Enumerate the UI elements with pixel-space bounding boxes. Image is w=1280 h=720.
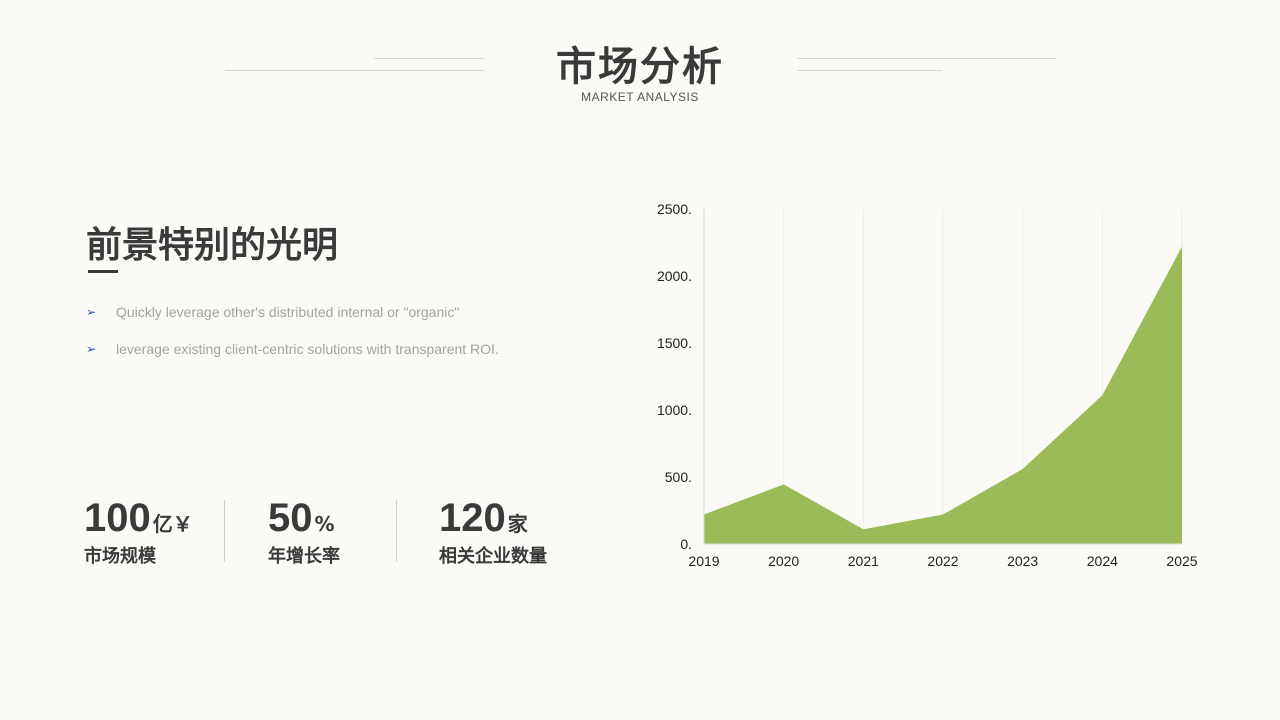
bullet-item: ➢ leverage existing client-centric solut…	[86, 339, 506, 360]
stat-label: 年增长率	[268, 546, 340, 567]
stat-unit: 亿￥	[152, 512, 193, 536]
arrow-bullet-icon: ➢	[86, 342, 97, 356]
stat-companies: 120 家 相关企业数量	[439, 494, 547, 568]
stat-unit: %	[314, 512, 335, 536]
x-tick-label: 2019	[688, 553, 719, 569]
y-tick-label: 500.	[665, 469, 692, 485]
x-tick-label: 2024	[1087, 553, 1118, 569]
area-chart: 0. 500. 1000. 1500. 2000. 2500. 2019 2020 2021 20…	[657, 201, 1198, 569]
x-tick-label: 2021	[848, 553, 879, 569]
x-tick-label: 2025	[1166, 553, 1197, 569]
x-tick-label: 2020	[768, 553, 799, 569]
stat-growth-rate: 50% 年增长率	[268, 494, 340, 568]
stats-row: 100 亿￥ 市场规模 50% 年增长率 120 家 相关企业数量	[84, 494, 604, 574]
stat-divider	[396, 500, 397, 562]
stat-divider	[224, 500, 225, 562]
bullet-text: leverage existing client-centric solutio…	[116, 341, 499, 357]
y-tick-label: 1000.	[657, 402, 692, 418]
bullet-text: Quickly leverage other's distributed int…	[116, 304, 460, 320]
stat-label: 相关企业数量	[439, 546, 547, 567]
y-tick-label: 1500.	[657, 335, 692, 351]
page-title: 市场分析	[556, 44, 724, 90]
bullet-list: ➢ Quickly leverage other's distributed i…	[86, 302, 506, 376]
y-tick-label: 0.	[680, 536, 692, 552]
bullet-item: ➢ Quickly leverage other's distributed i…	[86, 302, 506, 323]
arrow-bullet-icon: ➢	[86, 305, 97, 319]
stat-market-size: 100 亿￥ 市场规模	[84, 494, 193, 568]
stat-value: 50	[268, 496, 313, 540]
y-tick-label: 2000.	[657, 268, 692, 284]
y-tick-label: 2500.	[657, 201, 692, 217]
header: 市场分析 MARKET ANALYSIS	[0, 0, 1280, 120]
x-tick-label: 2023	[1007, 553, 1038, 569]
section-heading: 前景特别的光明	[86, 225, 339, 266]
stat-unit: 家	[507, 512, 528, 536]
stat-label: 市场规模	[84, 546, 156, 567]
page-subtitle: MARKET ANALYSIS	[581, 90, 699, 104]
stat-value: 100	[84, 496, 151, 540]
heading-underline	[88, 270, 118, 273]
stat-value: 120	[439, 496, 506, 540]
x-tick-label: 2022	[927, 553, 958, 569]
